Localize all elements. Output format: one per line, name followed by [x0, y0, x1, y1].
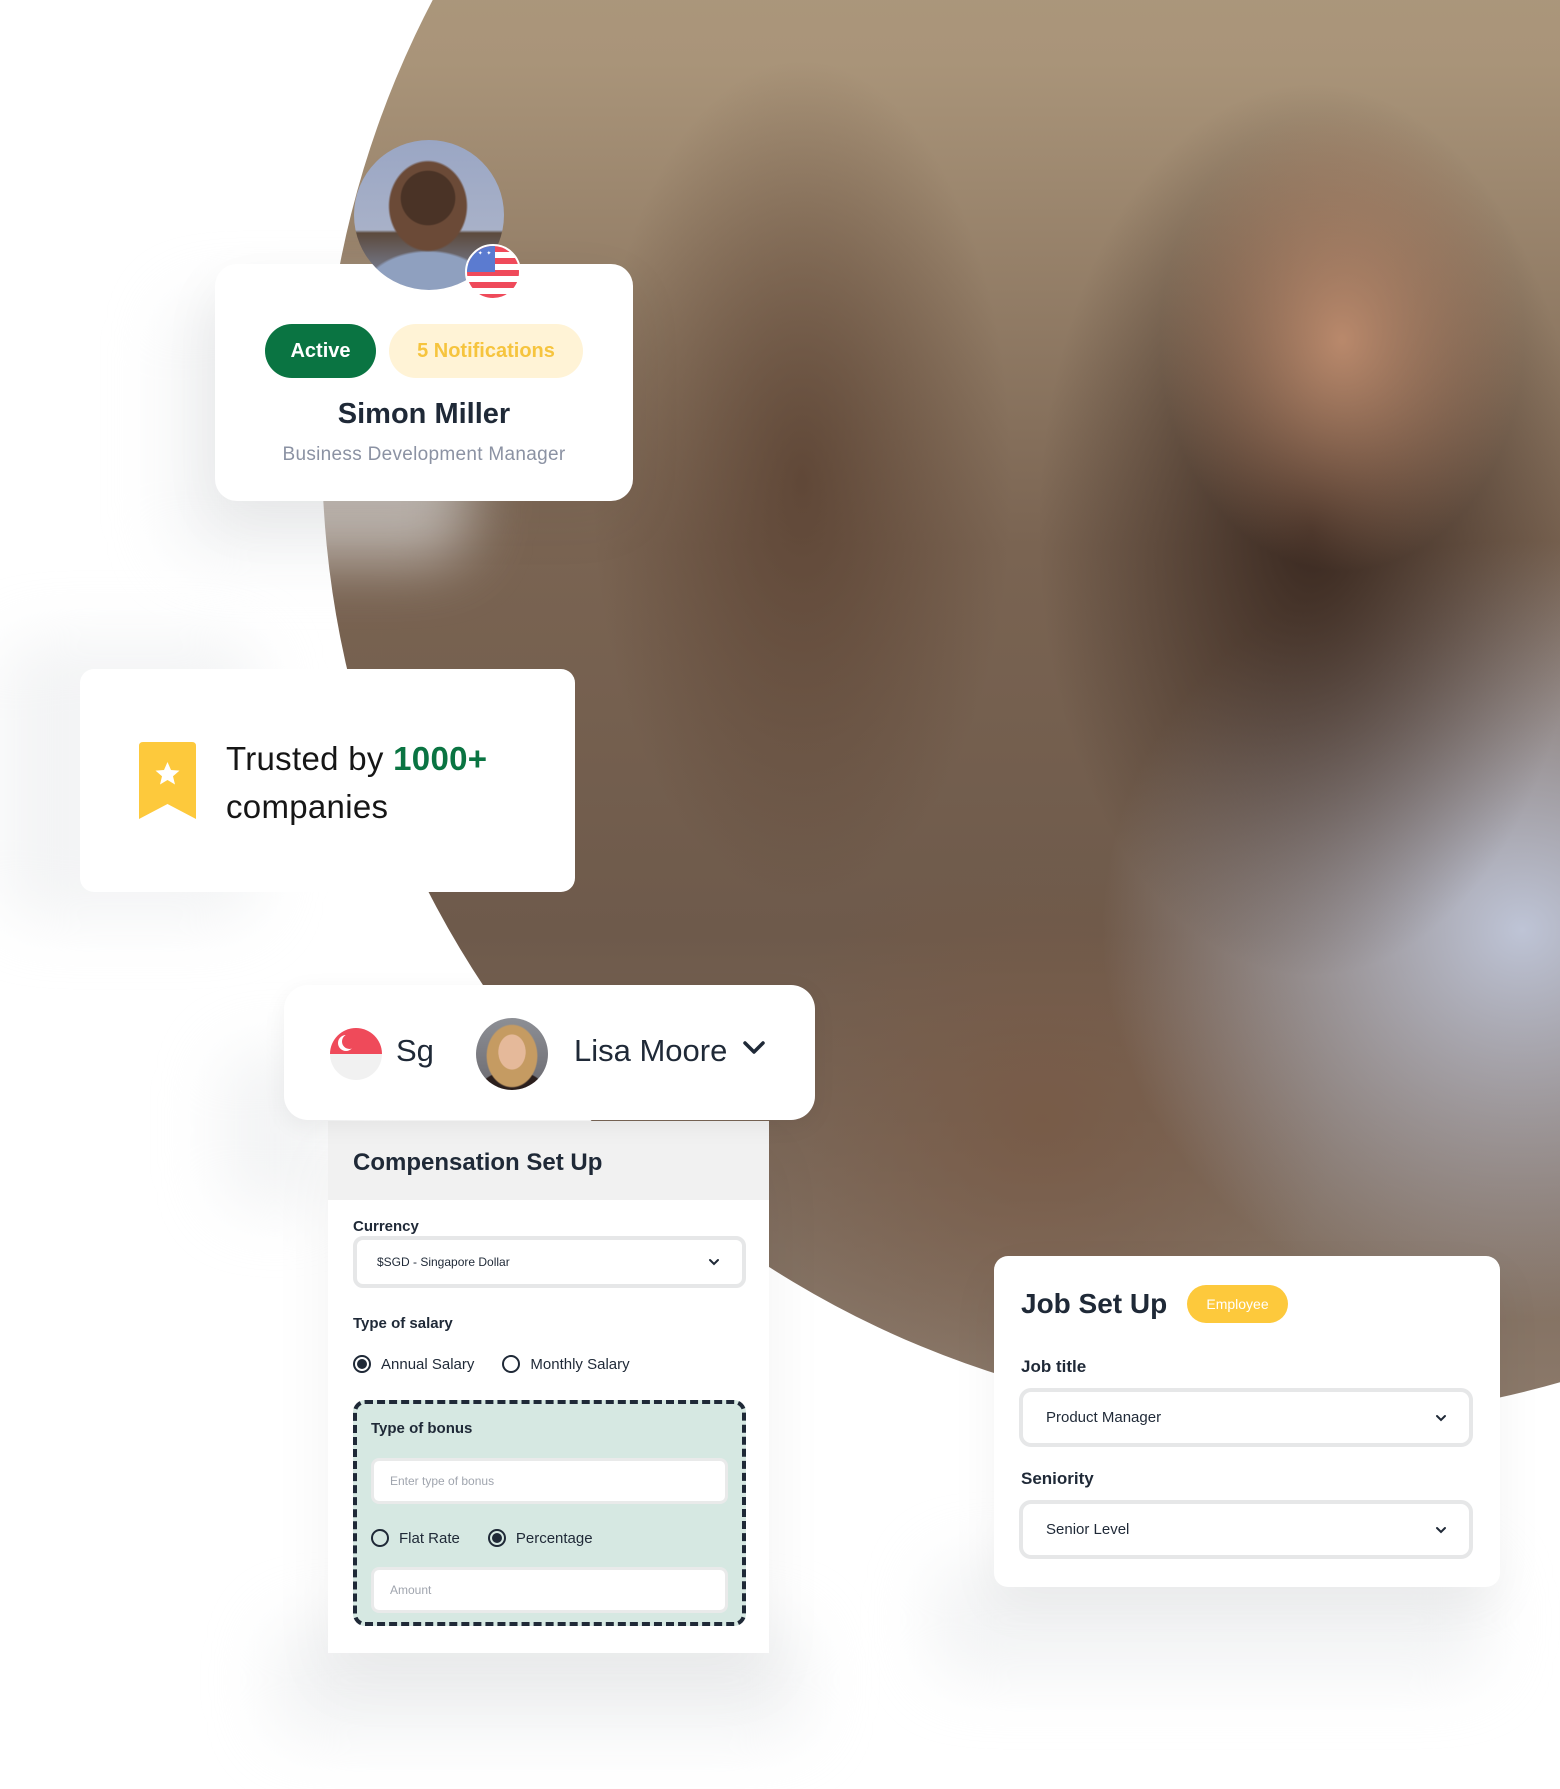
job-setup-title: Job Set Up — [1021, 1288, 1168, 1319]
bookmark-star-icon — [139, 742, 196, 819]
bonus-amount-input[interactable] — [371, 1567, 728, 1613]
chevron-down-icon — [1436, 1526, 1446, 1533]
flat-rate-label[interactable]: Flat Rate — [399, 1530, 460, 1547]
employee-badge: Employee — [1187, 1285, 1288, 1323]
compensation-title: Compensation Set Up — [353, 1149, 603, 1176]
us-flag-icon — [465, 244, 521, 300]
chevron-down-icon — [1436, 1414, 1446, 1421]
seniority-value: Senior Level — [1046, 1521, 1130, 1538]
trusted-text: Trusted by 1000+ companies — [226, 735, 487, 831]
job-title-value: Product Manager — [1046, 1409, 1162, 1426]
user-switcher[interactable]: Sg Lisa Moore — [284, 985, 815, 1120]
status-badge: Active — [265, 324, 376, 378]
monthly-salary-radio[interactable] — [502, 1355, 521, 1373]
compensation-header: Compensation Set Up — [328, 1121, 769, 1200]
currency-select[interactable]: $SGD - Singapore Dollar — [353, 1236, 746, 1288]
flat-rate-radio[interactable] — [371, 1529, 389, 1547]
trusted-prefix: Trusted by — [226, 740, 394, 777]
profile-name: Simon Miller — [337, 398, 511, 430]
notifications-badge[interactable]: 5 Notifications — [389, 324, 583, 378]
chevron-down-icon — [709, 1259, 719, 1266]
currency-label: Currency — [353, 1218, 419, 1235]
annual-salary-radio[interactable] — [353, 1355, 371, 1373]
trusted-suffix: companies — [226, 788, 389, 825]
profile-badges: Active 5 Notifications — [215, 324, 633, 378]
profile-card: Active 5 Notifications Simon Miller Busi… — [215, 264, 633, 501]
percentage-label[interactable]: Percentage — [516, 1530, 593, 1547]
bonus-section: Type of bonus Flat Rate Percentage — [353, 1400, 746, 1626]
bonus-rate-options: Flat Rate Percentage — [371, 1529, 611, 1547]
user-name[interactable]: Lisa Moore — [574, 1033, 727, 1069]
salary-type-options: Annual Salary Monthly Salary — [353, 1355, 648, 1373]
trusted-count: 1000+ — [393, 740, 488, 777]
singapore-flag-icon — [330, 1028, 382, 1080]
hero-photo-description: Smiling woman with glasses and a light s… — [1130, 620, 1131, 621]
salary-type-label: Type of salary — [353, 1315, 453, 1332]
seniority-label: Seniority — [1021, 1469, 1094, 1488]
currency-value: $SGD - Singapore Dollar — [377, 1255, 510, 1269]
monthly-salary-label[interactable]: Monthly Salary — [530, 1356, 629, 1373]
percentage-radio[interactable] — [487, 1529, 506, 1547]
bonus-type-label: Type of bonus — [371, 1420, 473, 1437]
profile-role: Business Development Manager — [282, 444, 566, 465]
job-setup-card: Job Set Up Employee Job title Product Ma… — [994, 1256, 1500, 1587]
lisa-moore-avatar — [476, 1018, 548, 1090]
chevron-down-icon[interactable] — [742, 1039, 766, 1057]
job-title-select[interactable]: Product Manager — [1019, 1388, 1473, 1447]
seniority-select[interactable]: Senior Level — [1019, 1500, 1473, 1559]
job-title-label: Job title — [1021, 1357, 1087, 1376]
bonus-type-input[interactable] — [371, 1458, 728, 1504]
trusted-by-card: Trusted by 1000+ companies — [80, 669, 575, 892]
annual-salary-label[interactable]: Annual Salary — [381, 1356, 474, 1373]
compensation-setup-card: Compensation Set Up Currency $SGD - Sing… — [328, 1121, 769, 1653]
country-code[interactable]: Sg — [396, 1033, 434, 1069]
